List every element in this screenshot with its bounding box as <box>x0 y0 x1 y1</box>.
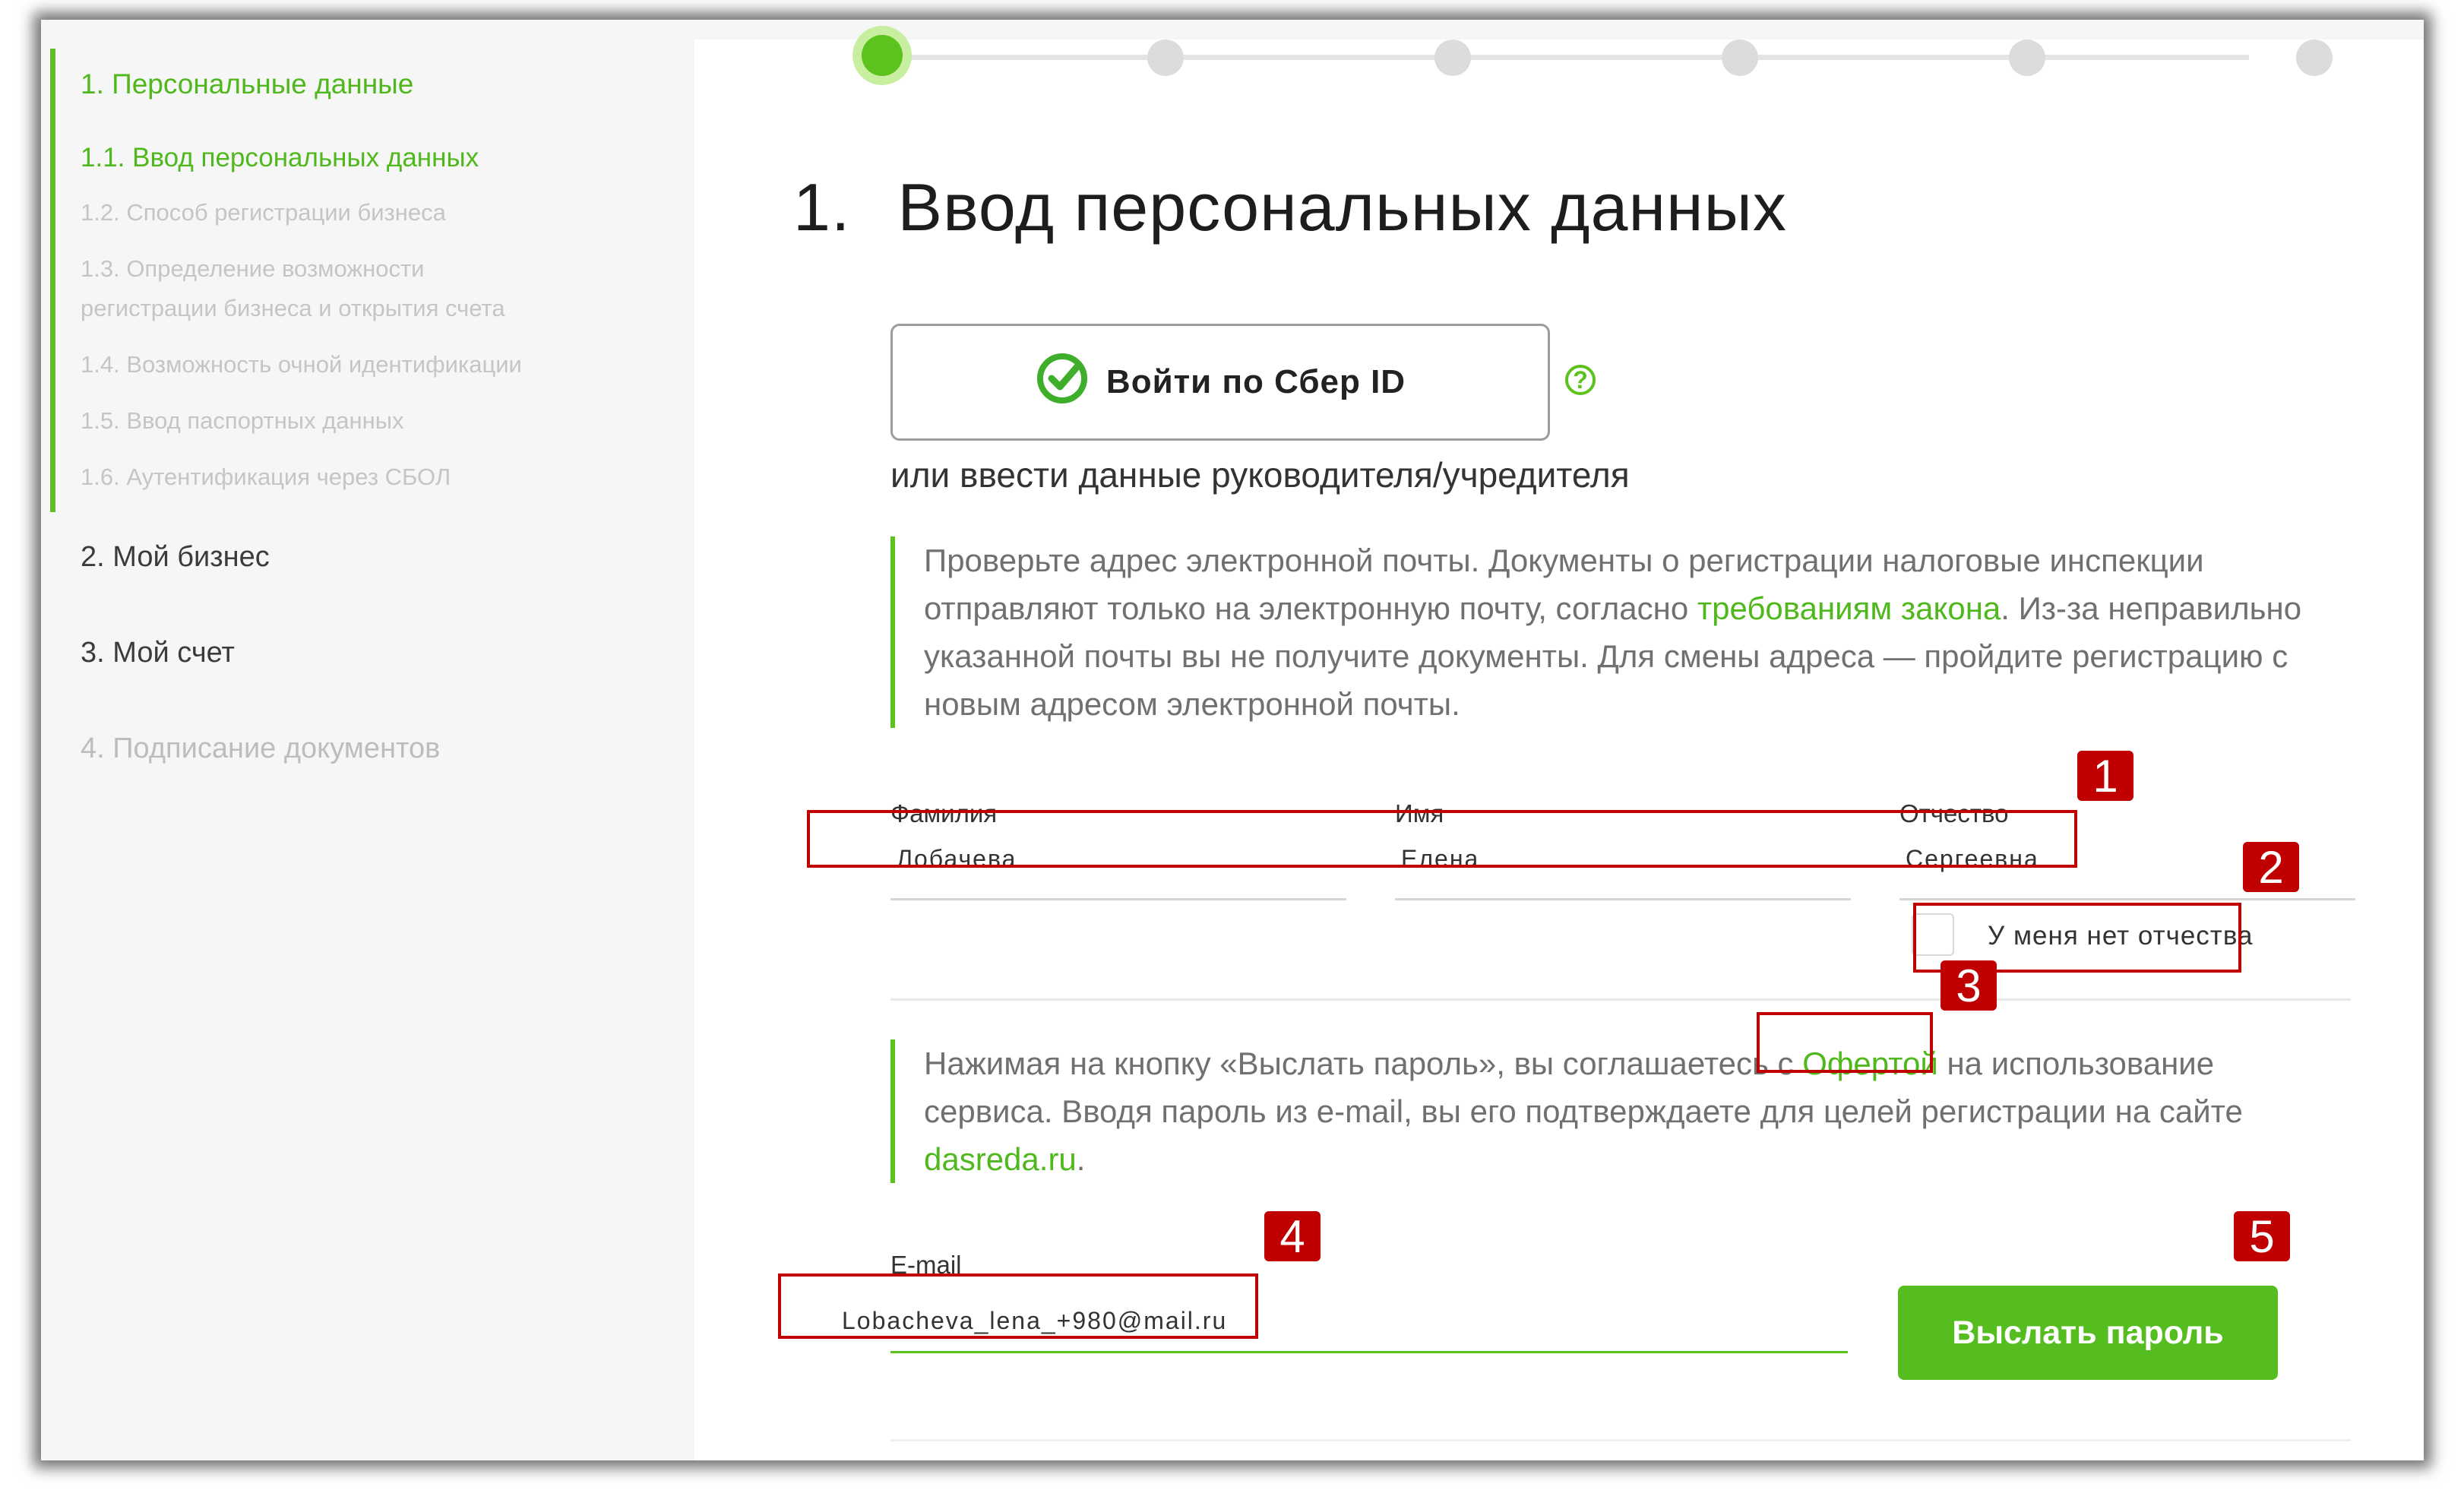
sidebar-item-registration-method: 1.2. Способ регистрации бизнеса <box>81 199 446 226</box>
sidebar-active-indicator <box>50 49 55 512</box>
sidebar-section-sign-documents: 4. Подписание документов <box>81 732 441 764</box>
annotation-badge-4: 4 <box>1264 1211 1321 1262</box>
offer-notice-text-3: . <box>1076 1141 1086 1177</box>
sidebar-section-my-account[interactable]: 3. Мой счет <box>81 637 235 669</box>
annotation-badge-2: 2 <box>2243 842 2299 893</box>
annotation-rect-3 <box>1757 1012 1933 1073</box>
section-divider <box>890 998 2351 1001</box>
dasreda-link[interactable]: dasreda.ru <box>924 1141 1077 1177</box>
sidebar-section-personal-data[interactable]: 1. Персональные данные <box>81 68 413 100</box>
annotation-rect-1 <box>807 810 2077 868</box>
step-dot-3 <box>1434 40 1471 76</box>
sidebar-item-passport: 1.5. Ввод паспортных данных <box>81 407 404 434</box>
page-title-number: 1. <box>793 169 851 245</box>
step-dot-6 <box>2296 40 2333 76</box>
email-notice: Проверьте адрес электронной почты. Докум… <box>890 536 2322 728</box>
offer-notice: Нажимая на кнопку «Выслать пароль», вы с… <box>890 1039 2322 1183</box>
email-underline <box>890 1351 1848 1353</box>
page-title-text: Ввод персональных данных <box>897 169 1787 245</box>
send-password-button[interactable]: Выслать пароль <box>1898 1286 2278 1380</box>
step-dot-2 <box>1147 40 1184 76</box>
sidebar-item-possibility: 1.3. Определение возможности <box>81 255 425 282</box>
main-panel: 1. Ввод персональных данных Войти по Сбер… <box>694 35 2424 1460</box>
offer-notice-text-1: Нажимая на кнопку «Выслать пароль», вы с… <box>924 1046 1803 1081</box>
sidebar-item-personal-input[interactable]: 1.1. Ввод персональных данных <box>81 143 479 173</box>
step-dot-4 <box>1722 40 1758 76</box>
annotation-badge-1: 1 <box>2077 751 2133 802</box>
annotation-badge-3: 3 <box>1941 960 1997 1011</box>
sber-id-login-button[interactable]: Войти по Сбер ID <box>890 324 1550 441</box>
page-title: 1. Ввод персональных данных <box>793 169 1787 246</box>
sidebar-item-identification: 1.4. Возможность очной идентификации <box>81 351 522 378</box>
step-dot-1-active <box>862 35 903 76</box>
annotation-rect-4 <box>778 1273 1258 1339</box>
patronymic-underline <box>1899 898 2355 900</box>
annotation-badge-5: 5 <box>2234 1211 2290 1262</box>
sidebar: 1. Персональные данные 1.1. Ввод персона… <box>41 20 694 1460</box>
bottom-divider <box>890 1439 2351 1441</box>
alternative-entry-text: или ввести данные руководителя/учредител… <box>890 455 1630 495</box>
step-dot-5 <box>2009 40 2045 76</box>
app-window: 1. Персональные данные 1.1. Ввод персона… <box>41 20 2424 1460</box>
name-underline <box>1395 898 1851 900</box>
sber-check-icon <box>1035 351 1090 414</box>
question-icon[interactable]: ? <box>1565 365 1596 395</box>
law-requirements-link[interactable]: требованиям закона <box>1697 590 2001 626</box>
sidebar-item-possibility-cont: регистрации бизнеса и открытия счета <box>81 295 505 321</box>
sidebar-section-my-business[interactable]: 2. Мой бизнес <box>81 541 270 574</box>
sber-id-login-label: Войти по Сбер ID <box>1105 363 1406 400</box>
surname-underline <box>890 898 1346 900</box>
sidebar-item-sbol-auth: 1.6. Аутентификация через СБОЛ <box>81 464 451 490</box>
